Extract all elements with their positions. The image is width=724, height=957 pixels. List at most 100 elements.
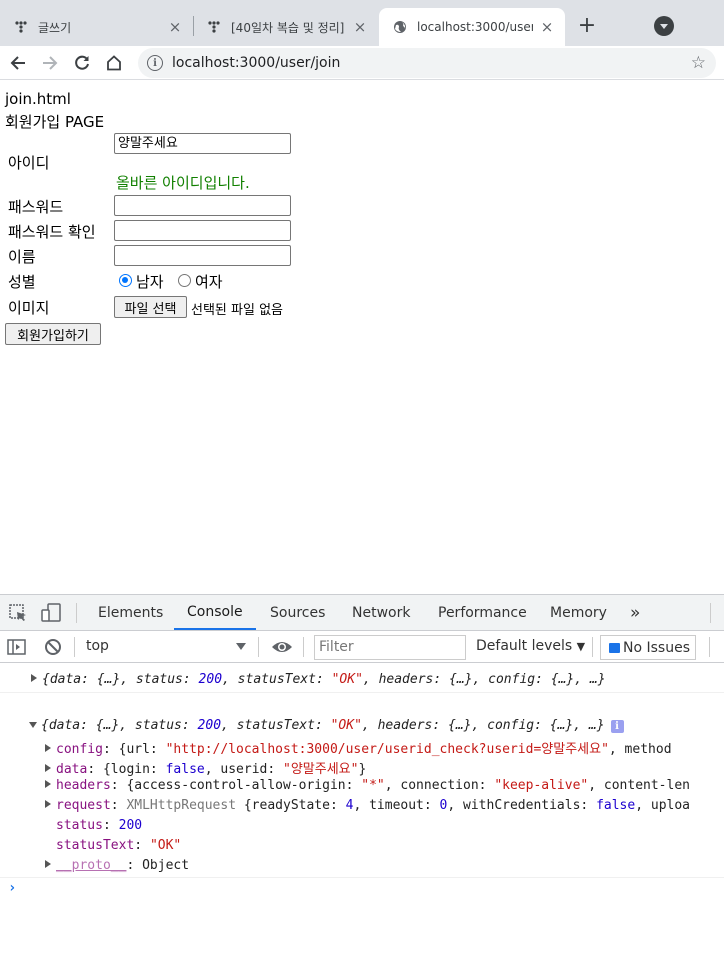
close-icon[interactable]: × [352, 18, 368, 36]
console-prop-config[interactable]: config: {url: "http://localhost:3000/use… [45, 738, 724, 757]
tistory-icon [14, 20, 28, 34]
password-confirm-input[interactable] [114, 220, 291, 241]
address-url[interactable]: localhost:3000/user/join [172, 55, 340, 71]
devtools-tabbar: Elements Console Sources Network Perform… [0, 595, 724, 631]
devtools-panel: Elements Console Sources Network Perform… [0, 594, 724, 956]
browser-toolbar: i localhost:3000/user/join ☆ [0, 46, 724, 80]
console-divider [0, 877, 724, 878]
close-icon[interactable]: × [539, 18, 555, 36]
tab-title: [40일차 복습 및 정리] [231, 20, 345, 35]
devtools-tab-elements[interactable]: Elements [98, 595, 163, 630]
console-prop-request[interactable]: request: XMLHttpRequest {readyState: 4, … [45, 798, 724, 813]
name-label: 이름 [8, 248, 36, 266]
gender-option-female: 여자 [195, 273, 223, 291]
globe-icon [393, 20, 407, 34]
sidebar-toggle-icon[interactable] [7, 639, 26, 659]
browser-tab[interactable]: 글쓰기 × [0, 8, 193, 46]
password-label: 패스워드 [8, 198, 64, 216]
expand-triangle-icon[interactable] [45, 860, 51, 868]
toolbar-divider [592, 637, 593, 657]
toolbar-divider [710, 603, 711, 623]
home-icon [107, 55, 121, 71]
inspect-element-icon[interactable] [8, 603, 28, 627]
name-input[interactable] [114, 245, 291, 266]
join-submit-button[interactable]: 회원가입하기 [5, 323, 101, 345]
browser-tab-active[interactable]: localhost:3000/user/jo × [379, 8, 565, 46]
more-tabs-icon[interactable]: » [630, 595, 640, 630]
log-levels-label: Default levels [476, 638, 573, 654]
password-confirm-label: 패스워드 확인 [8, 223, 96, 241]
console-divider [0, 692, 724, 693]
userid-label: 아이디 [8, 154, 50, 172]
arrow-right-icon [43, 56, 58, 70]
userid-valid-message: 올바른 아이디입니다. [116, 174, 250, 192]
console-prop-headers[interactable]: headers: {access-control-allow-origin: "… [45, 778, 724, 793]
tab-search-button[interactable] [654, 16, 674, 36]
gender-radio-female[interactable] [178, 274, 191, 287]
userid-input[interactable]: 양말주세요 [114, 133, 291, 154]
expand-triangle-icon[interactable] [45, 764, 51, 772]
console-filter-input[interactable]: Filter [314, 635, 466, 660]
clear-console-icon[interactable] [44, 638, 62, 660]
issues-label: No Issues [623, 639, 690, 656]
console-log-expanded[interactable]: {data: {…}, status: 200, statusText: "OK… [29, 718, 724, 733]
toolbar-divider [74, 637, 75, 657]
browser-tab[interactable]: [40일차 복습 및 정리] × [193, 8, 378, 46]
page-title: 회원가입 PAGE [5, 113, 105, 131]
close-icon[interactable]: × [167, 18, 183, 36]
console-filterbar: top Filter Default levels ▼ No Issues [0, 631, 724, 663]
toolbar-divider [76, 603, 77, 623]
image-label: 이미지 [8, 299, 50, 317]
tistory-icon [207, 20, 221, 34]
log-levels-dropdown[interactable]: Default levels ▼ [476, 638, 585, 654]
devtools-tab-console[interactable]: Console [174, 595, 256, 630]
console-prompt-icon[interactable]: › [8, 880, 16, 896]
home-button[interactable] [101, 50, 127, 76]
tab-title: localhost:3000/user/jo [417, 20, 533, 34]
console-prop-proto[interactable]: __proto__: Object [45, 858, 724, 873]
console-prop-data[interactable]: data: {login: false, userid: "양말주세요"} [45, 758, 724, 777]
expand-triangle-icon[interactable] [31, 674, 37, 682]
expand-triangle-icon[interactable] [45, 744, 51, 752]
collapse-triangle-icon[interactable] [29, 722, 37, 728]
devtools-tab-memory[interactable]: Memory [550, 595, 607, 630]
gender-label: 성별 [8, 273, 36, 291]
page-viewport: join.html 회원가입 PAGE 아이디 양말주세요 올바른 아이디입니다… [0, 81, 724, 594]
password-input[interactable] [114, 195, 291, 216]
back-button[interactable] [5, 50, 31, 76]
devtools-tab-performance[interactable]: Performance [438, 595, 527, 630]
arrow-left-icon [10, 56, 25, 70]
address-bar[interactable]: i localhost:3000/user/join ☆ [138, 48, 716, 78]
page-filename: join.html [5, 90, 71, 108]
file-select-button[interactable]: 파일 선택 [114, 296, 187, 318]
issues-icon [609, 642, 620, 653]
console-output: {data: {…}, status: 200, statusText: "OK… [0, 663, 724, 957]
chevron-down-icon: ▼ [576, 640, 586, 653]
info-icon[interactable]: i [610, 720, 624, 733]
bookmark-star-icon[interactable]: ☆ [691, 53, 706, 73]
expand-triangle-icon[interactable] [45, 780, 51, 788]
console-prop-statustext: statusText: "OK" [56, 838, 182, 853]
reload-button[interactable] [69, 50, 95, 76]
eye-icon[interactable] [271, 639, 293, 659]
device-toolbar-icon[interactable] [40, 603, 62, 627]
site-info-icon[interactable]: i [147, 55, 163, 71]
new-tab-button[interactable]: + [574, 14, 600, 40]
devtools-tab-sources[interactable]: Sources [270, 595, 325, 630]
devtools-tab-network[interactable]: Network [352, 595, 410, 630]
tab-strip: 글쓰기 × [40일차 복습 및 정리] × localhost:3000/us… [0, 0, 724, 46]
no-file-text: 선택된 파일 없음 [191, 303, 283, 318]
expand-triangle-icon[interactable] [45, 800, 51, 808]
tab-title: 글쓰기 [38, 20, 72, 35]
toolbar-divider [258, 637, 259, 657]
console-log-collapsed[interactable]: {data: {…}, status: 200, statusText: "OK… [31, 672, 724, 687]
gender-radio-male[interactable] [119, 274, 132, 287]
context-selector[interactable]: top [86, 638, 250, 658]
gender-option-male: 남자 [136, 273, 164, 291]
toolbar-divider [709, 637, 710, 657]
context-value: top [86, 638, 109, 654]
console-prop-status: status: 200 [56, 818, 143, 833]
forward-button[interactable] [37, 50, 63, 76]
chevron-down-icon [236, 643, 246, 650]
issues-button[interactable]: No Issues [600, 635, 696, 660]
